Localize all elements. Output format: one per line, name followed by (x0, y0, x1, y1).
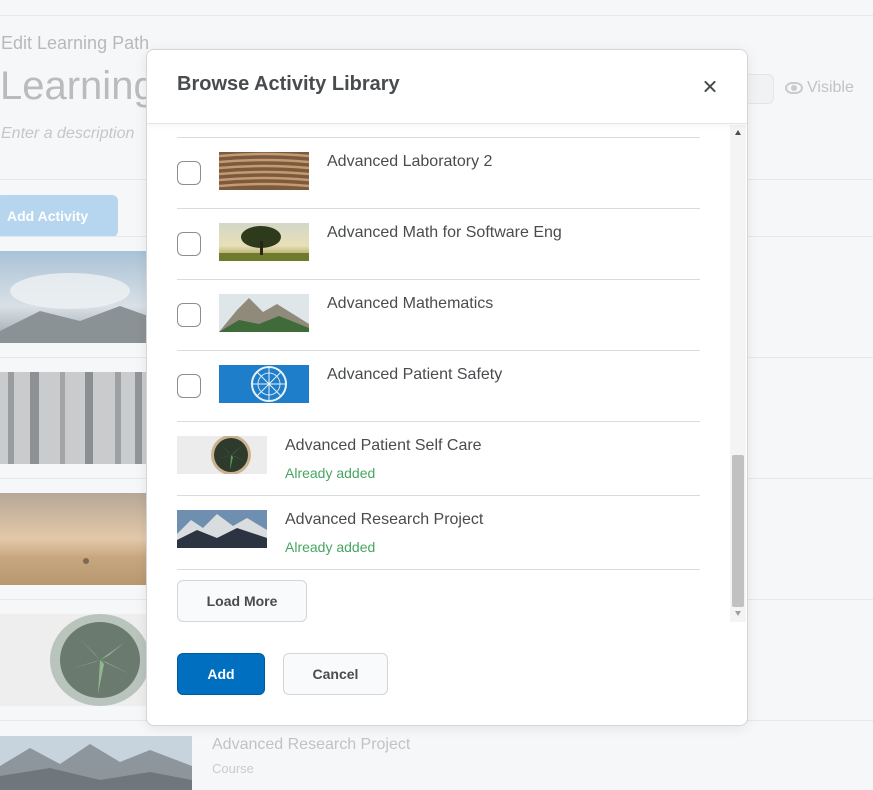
activity-thumbnail-sunset (0, 493, 148, 585)
list-item: Advanced Research Project Already added (177, 496, 700, 570)
activity-title: Advanced Research Project (285, 511, 484, 528)
select-checkbox[interactable] (177, 374, 201, 398)
browse-activity-library-dialog: Browse Activity Library Advanced Laborat… (146, 49, 748, 726)
scroll-up-arrow-icon[interactable] (735, 130, 741, 135)
list-item: Advanced Laboratory 2 (177, 138, 700, 209)
activity-thumbnail-cliff (219, 294, 309, 332)
activity-title: Advanced Math for Software Eng (327, 224, 562, 241)
list-item: Advanced Mathematics (177, 280, 700, 351)
page-title: Learning (0, 64, 156, 108)
cancel-button[interactable]: Cancel (283, 653, 388, 695)
breadcrumb: Edit Learning Path (1, 33, 150, 53)
activity-title: Advanced Patient Safety (327, 366, 503, 383)
eye-icon (785, 82, 803, 94)
scroll-down-arrow-icon[interactable] (735, 611, 741, 616)
activity-title: Advanced Laboratory 2 (327, 153, 493, 170)
activity-list[interactable]: Advanced Laboratory 2 Advanced Math for … (147, 125, 747, 622)
activity-thumbnail-ferris-wheel (219, 365, 309, 403)
select-checkbox[interactable] (177, 303, 201, 327)
activity-thumbnail-tree (219, 223, 309, 261)
list-item: Advanced Patient Safety (177, 351, 700, 422)
title-input[interactable] (744, 74, 774, 104)
close-icon[interactable] (699, 76, 721, 98)
activity-thumbnail-mountains (0, 736, 192, 790)
scrollbar[interactable] (730, 125, 746, 622)
load-more-button[interactable]: Load More (177, 580, 307, 622)
activity-type: Course (212, 761, 254, 776)
divider (0, 15, 873, 16)
activity-thumbnail-plant (177, 436, 267, 474)
activity-title: Advanced Mathematics (327, 295, 494, 312)
activity-thumbnail-mountains (177, 510, 267, 548)
already-added-status: Already added (285, 539, 376, 555)
select-checkbox[interactable] (177, 232, 201, 256)
select-checkbox[interactable] (177, 161, 201, 185)
visibility-toggle[interactable]: Visible (785, 79, 854, 97)
dialog-title: Browse Activity Library (177, 73, 400, 95)
visibility-label: Visible (807, 79, 854, 96)
scrollbar-thumb[interactable] (732, 455, 744, 607)
add-activity-button[interactable]: Add Activity (0, 195, 118, 237)
description-field[interactable]: Enter a description (1, 125, 134, 143)
already-added-status: Already added (285, 465, 376, 481)
activity-thumbnail-sky (0, 251, 148, 343)
activity-title[interactable]: Advanced Research Project (212, 736, 410, 754)
activity-thumbnail-forest (0, 372, 148, 464)
dialog-header: Browse Activity Library (147, 50, 747, 124)
activity-thumbnail-field (219, 152, 309, 190)
add-button[interactable]: Add (177, 653, 265, 695)
list-item: Advanced Patient Self Care Already added (177, 422, 700, 496)
list-item: Advanced Math for Software Eng (177, 209, 700, 280)
activity-title: Advanced Patient Self Care (285, 437, 482, 454)
activity-thumbnail-plant (0, 614, 148, 706)
